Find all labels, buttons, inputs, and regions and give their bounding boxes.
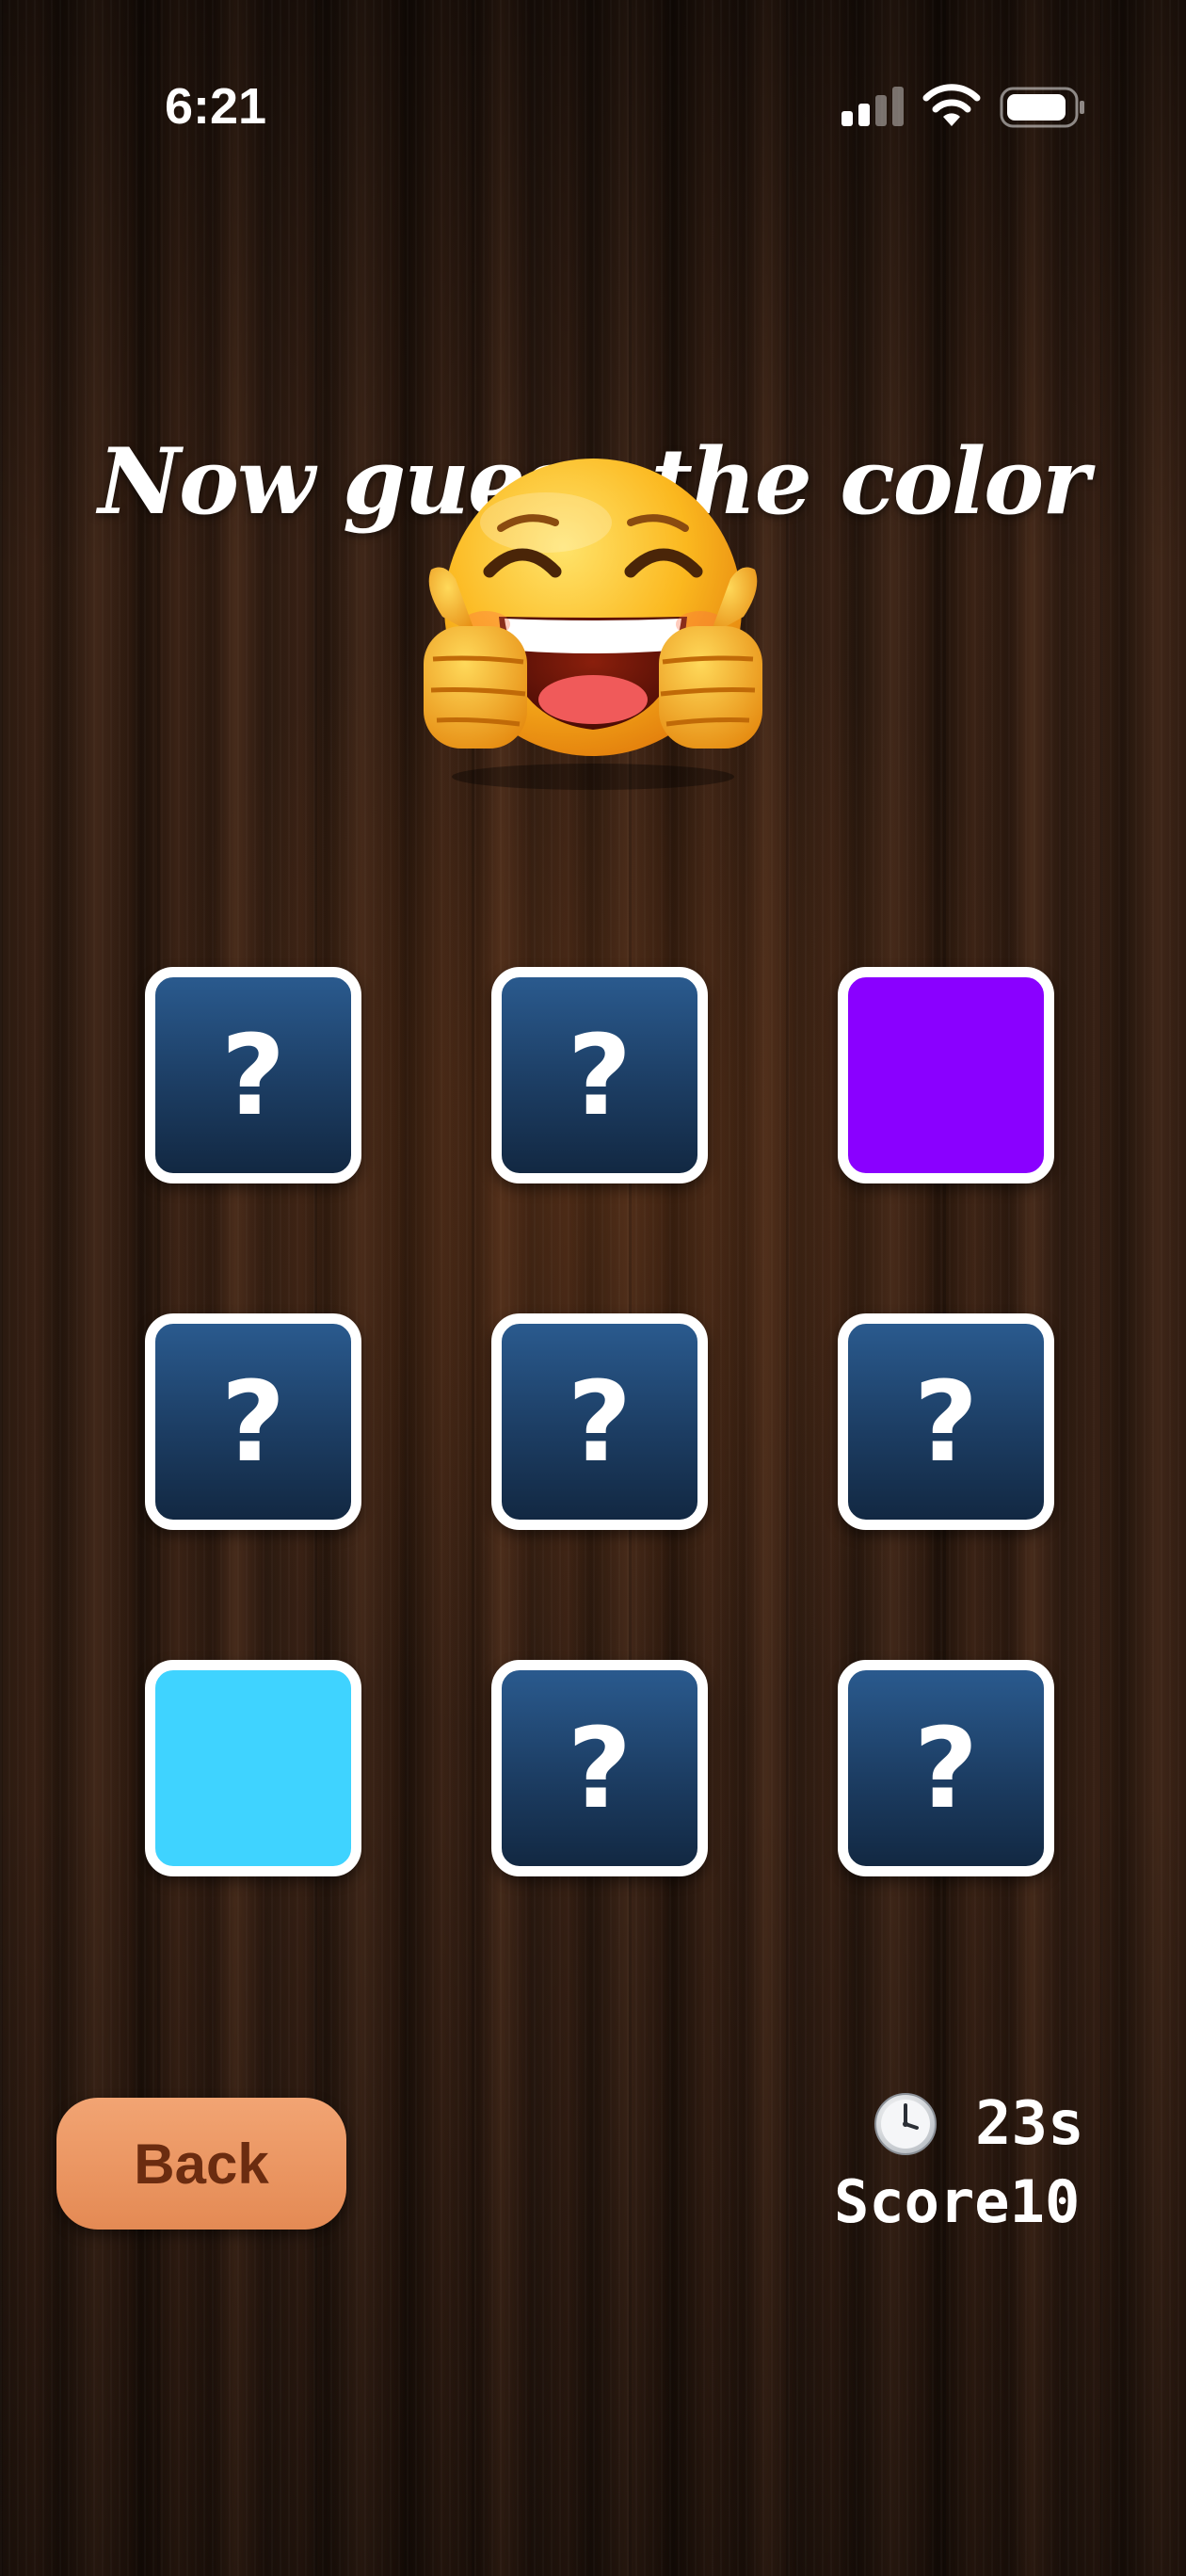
score: Score 10 — [834, 2165, 1080, 2237]
color-tile[interactable]: ? — [491, 967, 708, 1183]
status-bar: 6:21 — [0, 0, 1186, 141]
clock-icon — [874, 2093, 937, 2155]
color-tile[interactable]: ? — [145, 1313, 361, 1530]
cellular-signal-icon — [841, 87, 904, 126]
battery-icon — [1000, 87, 1084, 128]
color-tile[interactable] — [145, 1660, 361, 1876]
status-time: 6:21 — [165, 78, 267, 135]
color-tile[interactable]: ? — [145, 967, 361, 1183]
score-label: Score — [834, 2166, 1010, 2236]
back-button[interactable]: Back — [56, 2098, 346, 2230]
color-tile[interactable]: ? — [838, 1313, 1054, 1530]
grinning-thumbs-up-emoji-icon — [424, 459, 762, 790]
question-mark-icon: ? — [220, 1357, 286, 1487]
question-mark-icon: ? — [567, 1010, 633, 1140]
timer-value: 23s — [975, 2089, 1084, 2159]
color-tile[interactable]: ? — [491, 1660, 708, 1876]
question-mark-icon: ? — [567, 1357, 633, 1487]
timer: 23s — [873, 2088, 1084, 2160]
question-mark-icon: ? — [913, 1703, 979, 1833]
score-value: 10 — [1009, 2166, 1081, 2236]
back-button-label: Back — [134, 2132, 269, 2196]
color-tile[interactable] — [838, 967, 1054, 1183]
question-mark-icon: ? — [913, 1357, 979, 1487]
color-tile[interactable]: ? — [838, 1660, 1054, 1876]
color-tile[interactable]: ? — [491, 1313, 708, 1530]
question-mark-icon: ? — [220, 1010, 286, 1140]
question-mark-icon: ? — [567, 1703, 633, 1833]
wifi-icon — [922, 84, 981, 126]
